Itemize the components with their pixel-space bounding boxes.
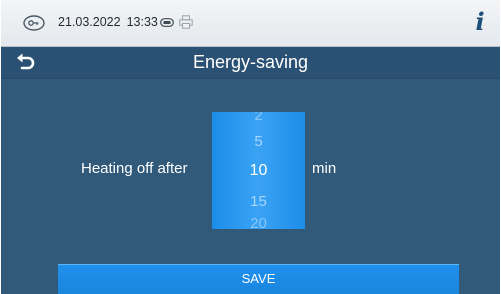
heating-off-label: Heating off after (81, 160, 188, 177)
printer-icon (179, 15, 193, 29)
info-icon[interactable]: i (471, 8, 489, 36)
status-time: 13:33 (126, 15, 158, 29)
status-date: 21.03.2022 (58, 15, 121, 29)
card-icon (160, 18, 174, 27)
minutes-picker[interactable]: 20 15 10 5 2 (212, 112, 305, 229)
picker-selected-option[interactable]: 10 (212, 162, 305, 180)
energy-saving-screen: 21.03.2022 13:33 i Energy-saving Heating … (1, 0, 500, 294)
page-title: Energy-saving (192, 52, 309, 72)
picker-option[interactable]: 5 (212, 133, 305, 151)
picker-option[interactable]: 15 (212, 193, 305, 211)
status-bar: 21.03.2022 13:33 i (1, 0, 500, 47)
lock-icon (23, 15, 45, 31)
picker-option[interactable]: 20 (212, 215, 305, 229)
back-arrow-icon[interactable] (15, 52, 37, 72)
picker-option[interactable]: 2 (212, 112, 305, 125)
title-bar: Energy-saving (1, 47, 500, 79)
status-datetime: 21.03.2022 13:33 (58, 15, 158, 29)
unit-label: min (312, 160, 337, 177)
save-button[interactable]: SAVE (58, 264, 459, 294)
